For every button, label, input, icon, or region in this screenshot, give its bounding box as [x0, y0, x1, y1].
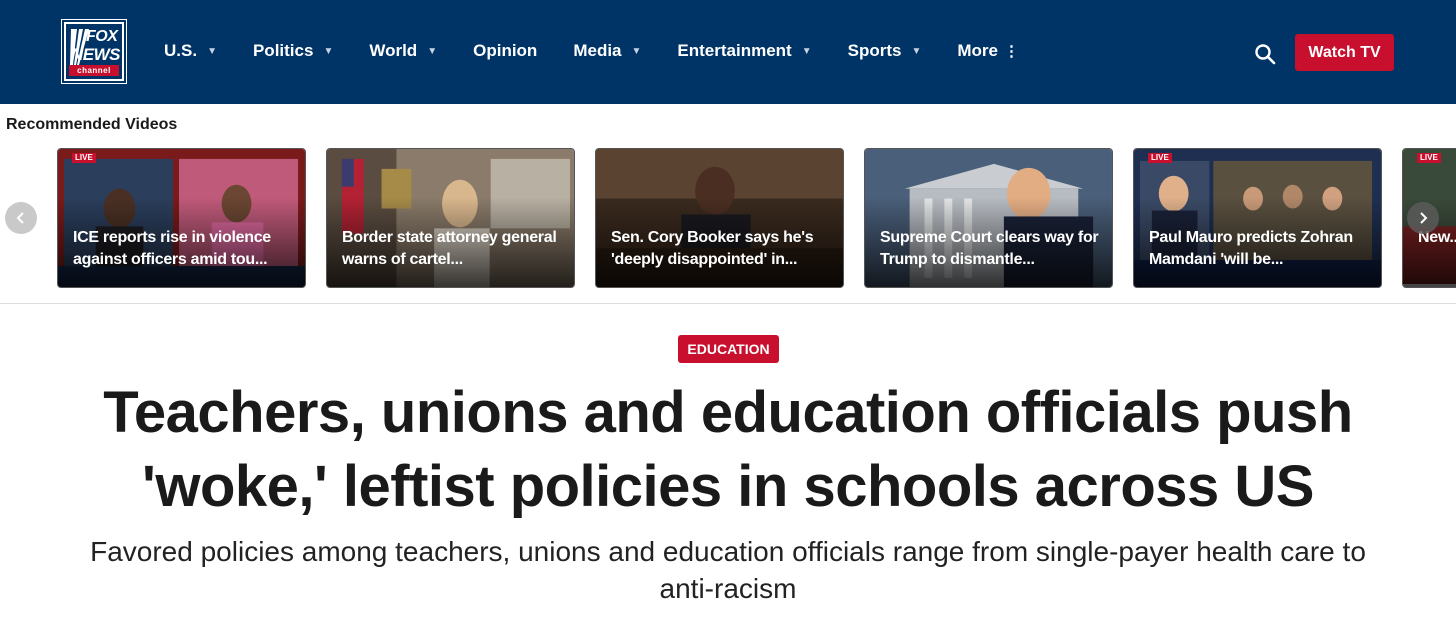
section-divider — [0, 303, 1456, 304]
fox-news-logo[interactable]: FOX NEWS channel — [61, 19, 127, 84]
watch-tv-button[interactable]: Watch TV — [1295, 34, 1394, 71]
nav-item-world[interactable]: World ▼ — [369, 41, 437, 61]
video-card[interactable]: Border state attorney general warns of c… — [326, 148, 575, 288]
nav-item-politics[interactable]: Politics ▼ — [253, 41, 333, 61]
chevron-down-icon: ▼ — [801, 45, 812, 57]
logo-background: FOX NEWS channel — [66, 24, 122, 79]
nav-item-label: Opinion — [473, 41, 538, 60]
nav-item-label: Politics — [252, 41, 314, 60]
nav-item-us[interactable]: U.S. ▼ — [164, 41, 217, 61]
nav-item-media[interactable]: Media ▼ — [573, 41, 641, 61]
recommended-videos-heading: Recommended Videos — [6, 116, 178, 133]
nav-item-label: World — [369, 41, 418, 60]
video-card[interactable]: LIVE Paul Mauro predicts Zohran Mamdani … — [1133, 148, 1382, 288]
nav-item-label: Media — [573, 41, 622, 60]
video-card[interactable]: Supreme Court clears way for Trump to di… — [864, 148, 1113, 288]
live-badge: LIVE — [1148, 153, 1172, 163]
video-card[interactable]: Sen. Cory Booker says he's 'deeply disap… — [595, 148, 844, 288]
category-badge[interactable]: EDUCATION — [678, 335, 779, 363]
chevron-down-icon: ▼ — [911, 45, 922, 57]
top-navigation-bar: FOX NEWS channel U.S. ▼ Politics ▼ World… — [0, 0, 1456, 104]
video-card[interactable]: LIVE ICE reports rise in violence agains… — [57, 148, 306, 288]
chevron-down-icon: ▼ — [427, 45, 438, 57]
nav-item-sports[interactable]: Sports ▼ — [848, 41, 922, 61]
nav-item-label: U.S. — [164, 41, 198, 60]
nav-item-opinion[interactable]: Opinion — [473, 41, 537, 61]
main-nav: U.S. ▼ Politics ▼ World ▼ Opinion Media … — [164, 38, 1055, 64]
live-badge: LIVE — [1417, 153, 1441, 163]
article-headline: Teachers, unions and education officials… — [103, 380, 1353, 519]
more-vertical-icon: ⋮ — [1004, 43, 1019, 60]
nav-item-label: Sports — [847, 41, 902, 60]
logo-word-fox: FOX — [86, 28, 118, 45]
chevron-down-icon: ▼ — [207, 45, 217, 57]
nav-item-more[interactable]: More ⋮ — [957, 41, 1019, 61]
chevron-right-icon — [1420, 212, 1428, 224]
nav-item-label: More — [957, 41, 998, 60]
article-subheadline: Favored policies among teachers, unions … — [90, 536, 1366, 604]
video-carousel: LIVE ICE reports rise in violence agains… — [0, 148, 1456, 288]
search-icon[interactable] — [1254, 43, 1276, 65]
video-title: Paul Mauro predicts Zohran Mamdani 'will… — [1149, 229, 1353, 268]
logo-channel-band: channel — [69, 65, 119, 76]
video-title: ICE reports rise in violence against off… — [73, 229, 271, 268]
carousel-prev-button[interactable] — [5, 202, 37, 234]
chevron-left-icon — [16, 212, 24, 224]
nav-item-entertainment[interactable]: Entertainment ▼ — [677, 41, 811, 61]
carousel-next-button[interactable] — [1407, 202, 1439, 234]
video-title: Sen. Cory Booker says he's 'deeply disap… — [611, 229, 814, 268]
video-title: Supreme Court clears way for Trump to di… — [880, 229, 1099, 268]
logo-word-news: NEWS — [71, 45, 121, 64]
chevron-down-icon: ▼ — [631, 45, 642, 57]
nav-item-label: Entertainment — [677, 41, 792, 60]
chevron-down-icon: ▼ — [323, 45, 334, 57]
video-title: Border state attorney general warns of c… — [342, 229, 557, 268]
live-badge: LIVE — [72, 153, 96, 163]
